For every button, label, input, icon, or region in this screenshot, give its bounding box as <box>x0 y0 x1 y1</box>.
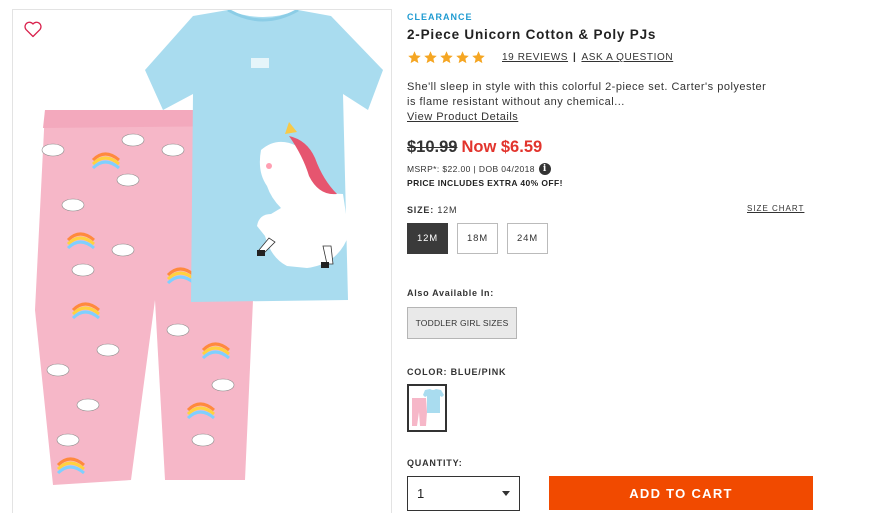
msrp-text: MSRP*: $22.00 | DOB 04/2018 <box>407 164 535 174</box>
add-to-cart-button[interactable]: ADD TO CART <box>549 476 813 510</box>
star-icon <box>408 51 421 64</box>
size-chart-link[interactable]: SIZE CHART <box>747 204 804 213</box>
ask-question-link[interactable]: ASK A QUESTION <box>581 52 673 63</box>
star-icon <box>472 51 485 64</box>
size-options: 12M 18M 24M <box>407 223 548 254</box>
price-row: $10.99 Now $6.59 <box>407 138 542 157</box>
info-icon[interactable]: i <box>538 163 551 175</box>
color-selected-value: BLUE/PINK <box>450 367 507 377</box>
size-label-text: SIZE: <box>407 205 435 215</box>
product-image[interactable] <box>13 10 392 513</box>
star-rating[interactable] <box>407 50 486 65</box>
view-details-link[interactable]: View Product Details <box>407 111 518 123</box>
toddler-sizes-button[interactable]: TODDLER GIRL SIZES <box>407 307 517 339</box>
quantity-value: 1 <box>417 486 425 501</box>
size-option-24m[interactable]: 24M <box>507 223 548 254</box>
msrp-row: MSRP*: $22.00 | DOB 04/2018 i <box>407 163 551 175</box>
chevron-down-icon <box>502 491 510 496</box>
size-label: SIZE: 12M <box>407 205 457 215</box>
size-option-12m[interactable]: 12M <box>407 223 448 254</box>
original-price: $10.99 <box>407 138 458 156</box>
wishlist-heart-icon[interactable] <box>23 19 43 39</box>
sale-price: Now $6.59 <box>461 138 543 156</box>
rating-row: 19 REVIEWS | ASK A QUESTION <box>407 50 673 65</box>
size-selected-value: 12M <box>437 205 458 215</box>
color-label: COLOR: BLUE/PINK <box>407 367 506 377</box>
reviews-link[interactable]: 19 REVIEWS <box>502 52 568 63</box>
product-title: 2-Piece Unicorn Cotton & Poly PJs <box>407 27 657 42</box>
star-icon <box>440 51 453 64</box>
extra-discount-note: PRICE INCLUDES EXTRA 40% OFF! <box>407 178 563 188</box>
product-description: She'll sleep in style with this colorful… <box>407 81 767 108</box>
product-image-panel <box>12 9 392 513</box>
quantity-select[interactable]: 1 <box>407 476 520 511</box>
color-swatch-blue-pink[interactable] <box>407 384 447 432</box>
star-icon <box>456 51 469 64</box>
rating-separator: | <box>573 52 577 63</box>
star-icon <box>424 51 437 64</box>
also-available-label: Also Available In: <box>407 288 494 298</box>
color-label-text: COLOR: <box>407 367 448 377</box>
clearance-badge: CLEARANCE <box>407 12 473 22</box>
size-option-18m[interactable]: 18M <box>457 223 498 254</box>
quantity-label: QUANTITY: <box>407 458 463 468</box>
